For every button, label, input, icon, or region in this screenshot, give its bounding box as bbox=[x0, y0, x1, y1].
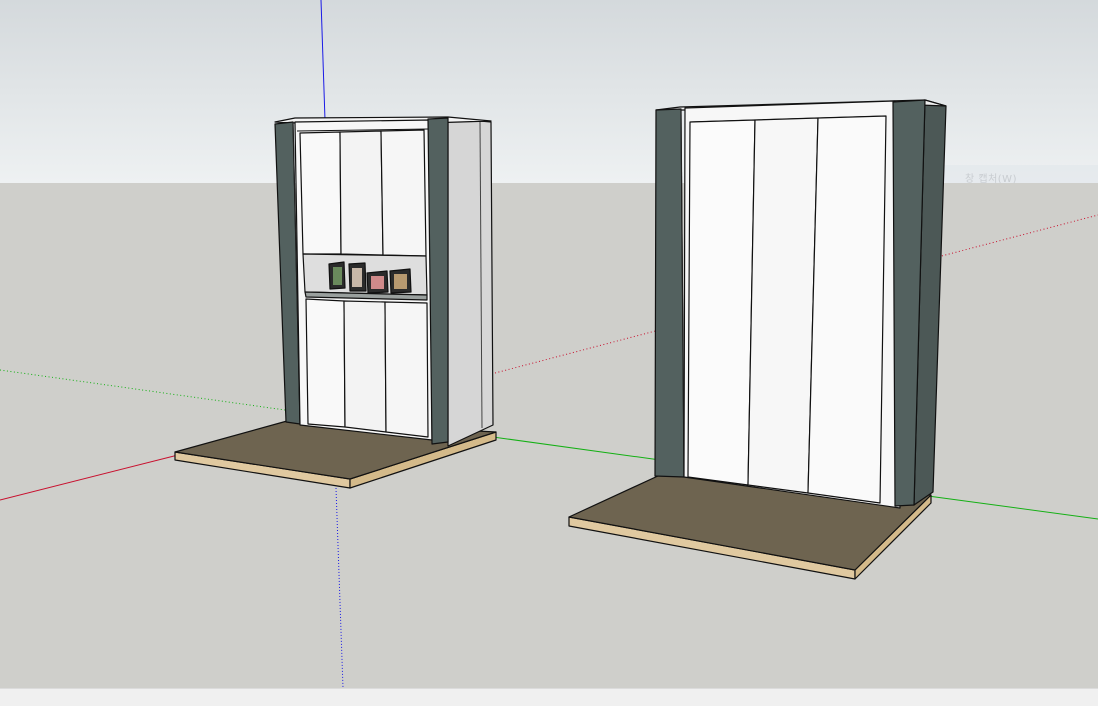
cabinet-right-side bbox=[447, 117, 494, 447]
upper-door-3[interactable] bbox=[380, 129, 427, 257]
photo-frame-3[interactable] bbox=[366, 270, 389, 294]
door-3[interactable] bbox=[807, 115, 887, 504]
right-pillar bbox=[427, 117, 449, 445]
lower-door-1[interactable] bbox=[305, 298, 346, 428]
lower-door-2[interactable] bbox=[343, 300, 387, 433]
photo-frame-1[interactable] bbox=[328, 261, 346, 290]
photo-frame-4[interactable] bbox=[389, 268, 412, 294]
status-bar bbox=[0, 688, 1098, 706]
window-capture-ghost-label: 창 캡처(W) bbox=[965, 174, 1017, 185]
photo-frame-2[interactable] bbox=[348, 262, 367, 292]
sketchup-viewport[interactable]: 창 캡처(W) bbox=[0, 0, 1098, 688]
lower-door-3[interactable] bbox=[384, 301, 429, 438]
door-2[interactable] bbox=[747, 117, 819, 494]
door-1[interactable] bbox=[687, 119, 756, 486]
upper-door-1[interactable] bbox=[299, 131, 342, 255]
upper-door-2[interactable] bbox=[339, 130, 384, 256]
left-pillar bbox=[654, 108, 685, 478]
3d-scene[interactable] bbox=[0, 0, 1098, 688]
